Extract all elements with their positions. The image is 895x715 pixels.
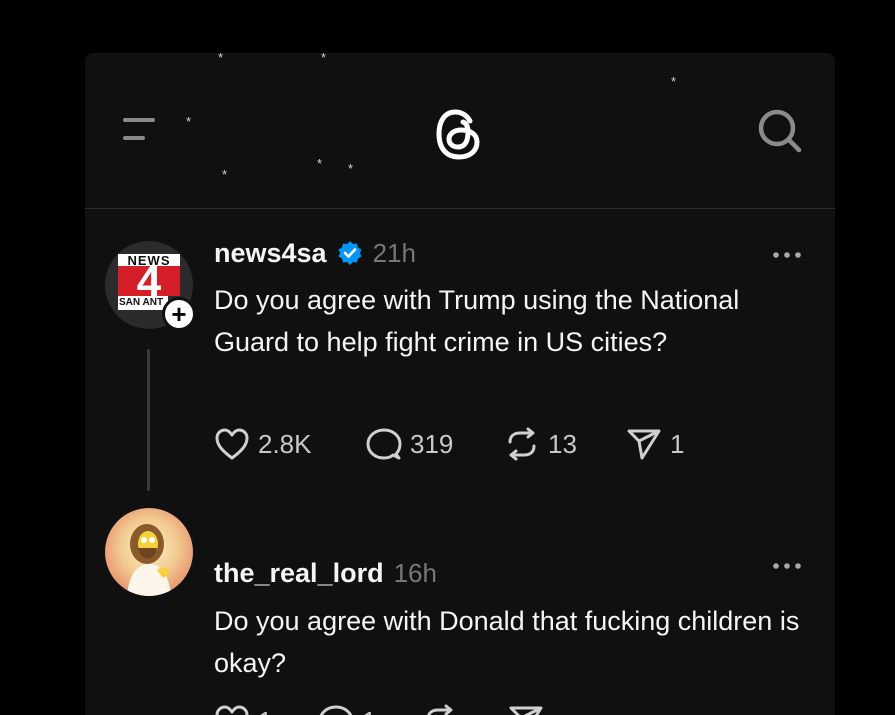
comment-icon: [366, 428, 402, 460]
reply-button[interactable]: 1: [318, 701, 376, 715]
search-icon[interactable]: [757, 108, 803, 154]
avatar[interactable]: NEWS 4 SAN ANT +: [105, 241, 196, 331]
repost-icon: [427, 704, 453, 715]
avatar-logo-text-bottom: SAN ANT: [119, 297, 164, 308]
comment-icon: [319, 705, 353, 715]
post-time: 16h: [393, 557, 437, 588]
reply-button[interactable]: 319: [366, 424, 453, 464]
post-text: Do you agree with Trump using the Nation…: [214, 285, 740, 357]
sparkle-decoration: *: [222, 167, 228, 182]
like-count: 2.8K: [258, 428, 312, 459]
reply-count: 1: [362, 706, 376, 715]
post-header: news4sa 21h: [214, 236, 416, 270]
heart-icon: [215, 428, 249, 460]
more-options-icon[interactable]: [771, 250, 803, 260]
repost-count: 13: [548, 428, 577, 459]
repost-icon: [508, 427, 536, 461]
thread-reply: the_real_lord 16h Do you agree with Dona…: [85, 498, 835, 715]
cartoon-figure-icon: [105, 508, 193, 596]
sparkle-decoration: *: [671, 74, 677, 89]
sparkle-decoration: *: [186, 114, 192, 129]
send-icon: [509, 706, 543, 715]
send-icon: [627, 429, 661, 460]
top-bar: * * * * * * *: [85, 53, 835, 209]
menu-icon[interactable]: [123, 116, 157, 142]
repost-button[interactable]: [422, 701, 458, 715]
sparkle-decoration: *: [348, 161, 354, 176]
post-time: 21h: [372, 237, 416, 268]
post-header: the_real_lord 16h: [214, 556, 437, 590]
repost-button[interactable]: 13: [504, 424, 577, 464]
username[interactable]: the_real_lord: [214, 558, 384, 589]
thread-post: NEWS 4 SAN ANT + news4sa 21h Do you agre…: [85, 208, 835, 498]
plus-icon: +: [171, 299, 187, 329]
threads-logo-icon[interactable]: [435, 107, 483, 161]
sparkle-decoration: *: [321, 53, 327, 65]
like-button[interactable]: 1: [214, 701, 272, 715]
more-options-icon[interactable]: [771, 561, 803, 571]
like-count: 1: [258, 706, 272, 715]
threads-feed-panel: * * * * * * * NEWS 4 SAN ANT + news4sa 2…: [85, 53, 835, 715]
share-button[interactable]: [508, 701, 544, 715]
post-text: Do you agree with Donald that fucking ch…: [214, 606, 800, 678]
sparkle-decoration: *: [317, 156, 323, 171]
cartoon-jesus-avatar: [105, 508, 193, 596]
heart-icon: [215, 705, 249, 715]
reply-count: 319: [410, 428, 454, 459]
share-count: 1: [670, 428, 685, 459]
verified-badge-icon: [338, 241, 362, 265]
sparkle-decoration: *: [218, 53, 224, 65]
username[interactable]: news4sa: [214, 238, 327, 269]
like-button[interactable]: 2.8K: [214, 424, 312, 464]
follow-plus-button[interactable]: +: [162, 297, 196, 331]
share-button[interactable]: 1: [626, 424, 684, 464]
thread-connector-line: [147, 349, 150, 491]
avatar[interactable]: [105, 508, 193, 596]
